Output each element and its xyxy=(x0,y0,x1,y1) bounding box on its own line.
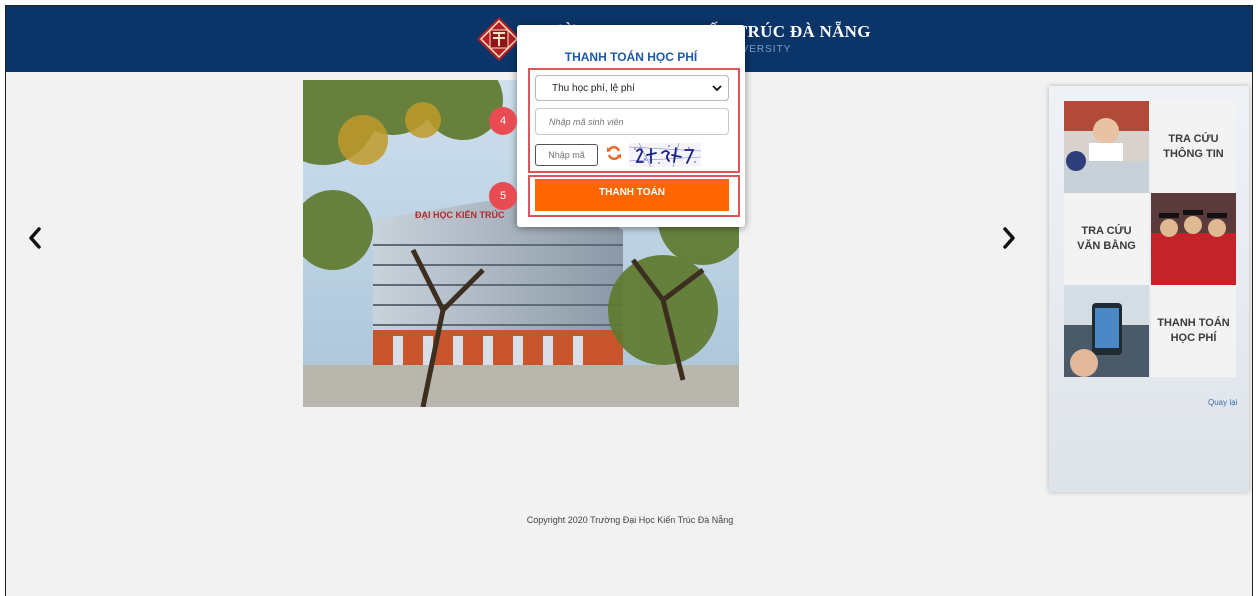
step-badge-4: 4 xyxy=(489,107,517,135)
tile-pay-tuition[interactable]: THANH TOÁN HỌC PHÍ xyxy=(1151,285,1236,377)
captcha-input[interactable] xyxy=(535,144,598,166)
captcha-image xyxy=(628,142,702,168)
building-sign: ĐẠI HỌC KIẾN TRÚC xyxy=(415,209,505,220)
step-badge-5: 5 xyxy=(489,182,517,210)
university-logo-icon xyxy=(477,17,521,61)
tile-lookup-diploma[interactable]: TRA CỨU VĂN BẰNG xyxy=(1064,193,1149,285)
copyright-text: Copyright 2020 Trường Đại Học Kiến Trúc … xyxy=(526,515,734,525)
fee-type-selected: Thu học phí, lệ phí xyxy=(552,82,635,94)
refresh-icon[interactable] xyxy=(606,145,622,161)
chevron-down-icon xyxy=(712,85,722,92)
chevron-right-icon xyxy=(1003,227,1015,249)
carousel-prev-button[interactable] xyxy=(23,226,47,250)
tile-photo-students xyxy=(1064,101,1149,193)
tile-photo-phone xyxy=(1064,285,1149,377)
chevron-left-icon xyxy=(29,227,41,249)
student-id-input[interactable] xyxy=(535,108,729,135)
tile-photo-graduates xyxy=(1151,193,1236,285)
carousel-next-button[interactable] xyxy=(997,226,1021,250)
tile-lookup-info[interactable]: TRA CỨU THÔNG TIN xyxy=(1151,101,1236,193)
back-link[interactable]: Quay lại xyxy=(1208,398,1237,407)
pay-button[interactable]: THANH TOÁN xyxy=(535,179,729,211)
modal-title: THANH TOÁN HỌC PHÍ xyxy=(564,50,698,64)
fee-type-select[interactable]: Thu học phí, lệ phí xyxy=(535,75,729,101)
